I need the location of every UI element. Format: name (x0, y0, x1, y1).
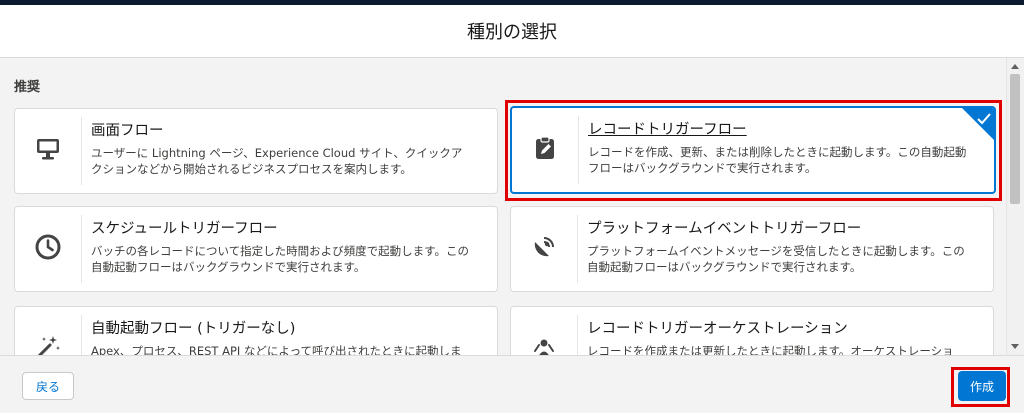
card-description: プラットフォームイベントメッセージを受信したときに起動します。この自動起動フロー… (587, 244, 965, 274)
create-highlight-box (951, 367, 1010, 407)
dialog-title: 種別の選択 (467, 22, 557, 43)
card-title: 自動起動フロー (トリガーなし) (91, 321, 296, 337)
monitor-icon (35, 136, 61, 166)
flow-type-card-record-triggered-flow[interactable]: レコードトリガーフロー レコードを作成、更新、または削除したときに起動します。こ… (510, 106, 996, 194)
card-description: バッチの各レコードについて指定した時間および頻度で起動します。この自動起動フロー… (91, 244, 470, 274)
clock-icon (34, 233, 62, 265)
clipboard-edit-icon (532, 135, 558, 165)
card-title: 画面フロー (91, 123, 164, 139)
card-title: レコードトリガーフロー (588, 122, 747, 138)
vertical-scrollbar[interactable] (1006, 58, 1024, 355)
flow-type-card-schedule-triggered-flow[interactable]: スケジュールトリガーフロー バッチの各レコードについて指定した時間および頻度で起… (14, 206, 498, 292)
scroll-down-arrow-icon[interactable] (1011, 344, 1019, 349)
back-button[interactable]: 戻る (22, 372, 74, 400)
checkmark-icon (977, 110, 991, 129)
scroll-thumb[interactable] (1010, 74, 1020, 204)
card-title: スケジュールトリガーフロー (91, 221, 278, 237)
dialog-body: 推奨 画面フロー ユーザーに Lightning ページ、Experience … (0, 58, 1024, 355)
flow-type-card-screen-flow[interactable]: 画面フロー ユーザーに Lightning ページ、Experience Clo… (14, 108, 498, 194)
scroll-up-arrow-icon[interactable] (1011, 64, 1019, 69)
flow-type-card-platform-event-triggered-flow[interactable]: プラットフォームイベントトリガーフロー プラットフォームイベントメッセージを受信… (510, 206, 994, 292)
card-description: Apex、プロセス、REST API などによって呼び出されたときに起動しま (91, 344, 462, 355)
card-description: レコードを作成または更新したときに起動します。オーケストレーショ (587, 344, 954, 355)
card-description: ユーザーに Lightning ページ、Experience Cloud サイト… (91, 146, 463, 176)
flow-type-card-record-triggered-orchestration[interactable]: レコードトリガーオーケストレーション レコードを作成または更新したときに起動しま… (510, 306, 994, 355)
flow-type-card-autolaunched-flow[interactable]: 自動起動フロー (トリガーなし) Apex、プロセス、REST API などによ… (14, 306, 498, 355)
card-title: レコードトリガーオーケストレーション (587, 321, 848, 337)
dialog-footer: 戻る 作成 (0, 355, 1024, 413)
card-description: レコードを作成、更新、または削除したときに起動します。この自動起動フローはバック… (588, 145, 967, 175)
card-title: プラットフォームイベントトリガーフロー (587, 221, 862, 237)
orchestration-icon (530, 333, 558, 355)
dialog-header: 種別の選択 (0, 5, 1024, 58)
signal-dish-icon (530, 233, 558, 265)
section-label: 推奨 (14, 80, 41, 95)
magic-wand-icon (34, 333, 62, 355)
